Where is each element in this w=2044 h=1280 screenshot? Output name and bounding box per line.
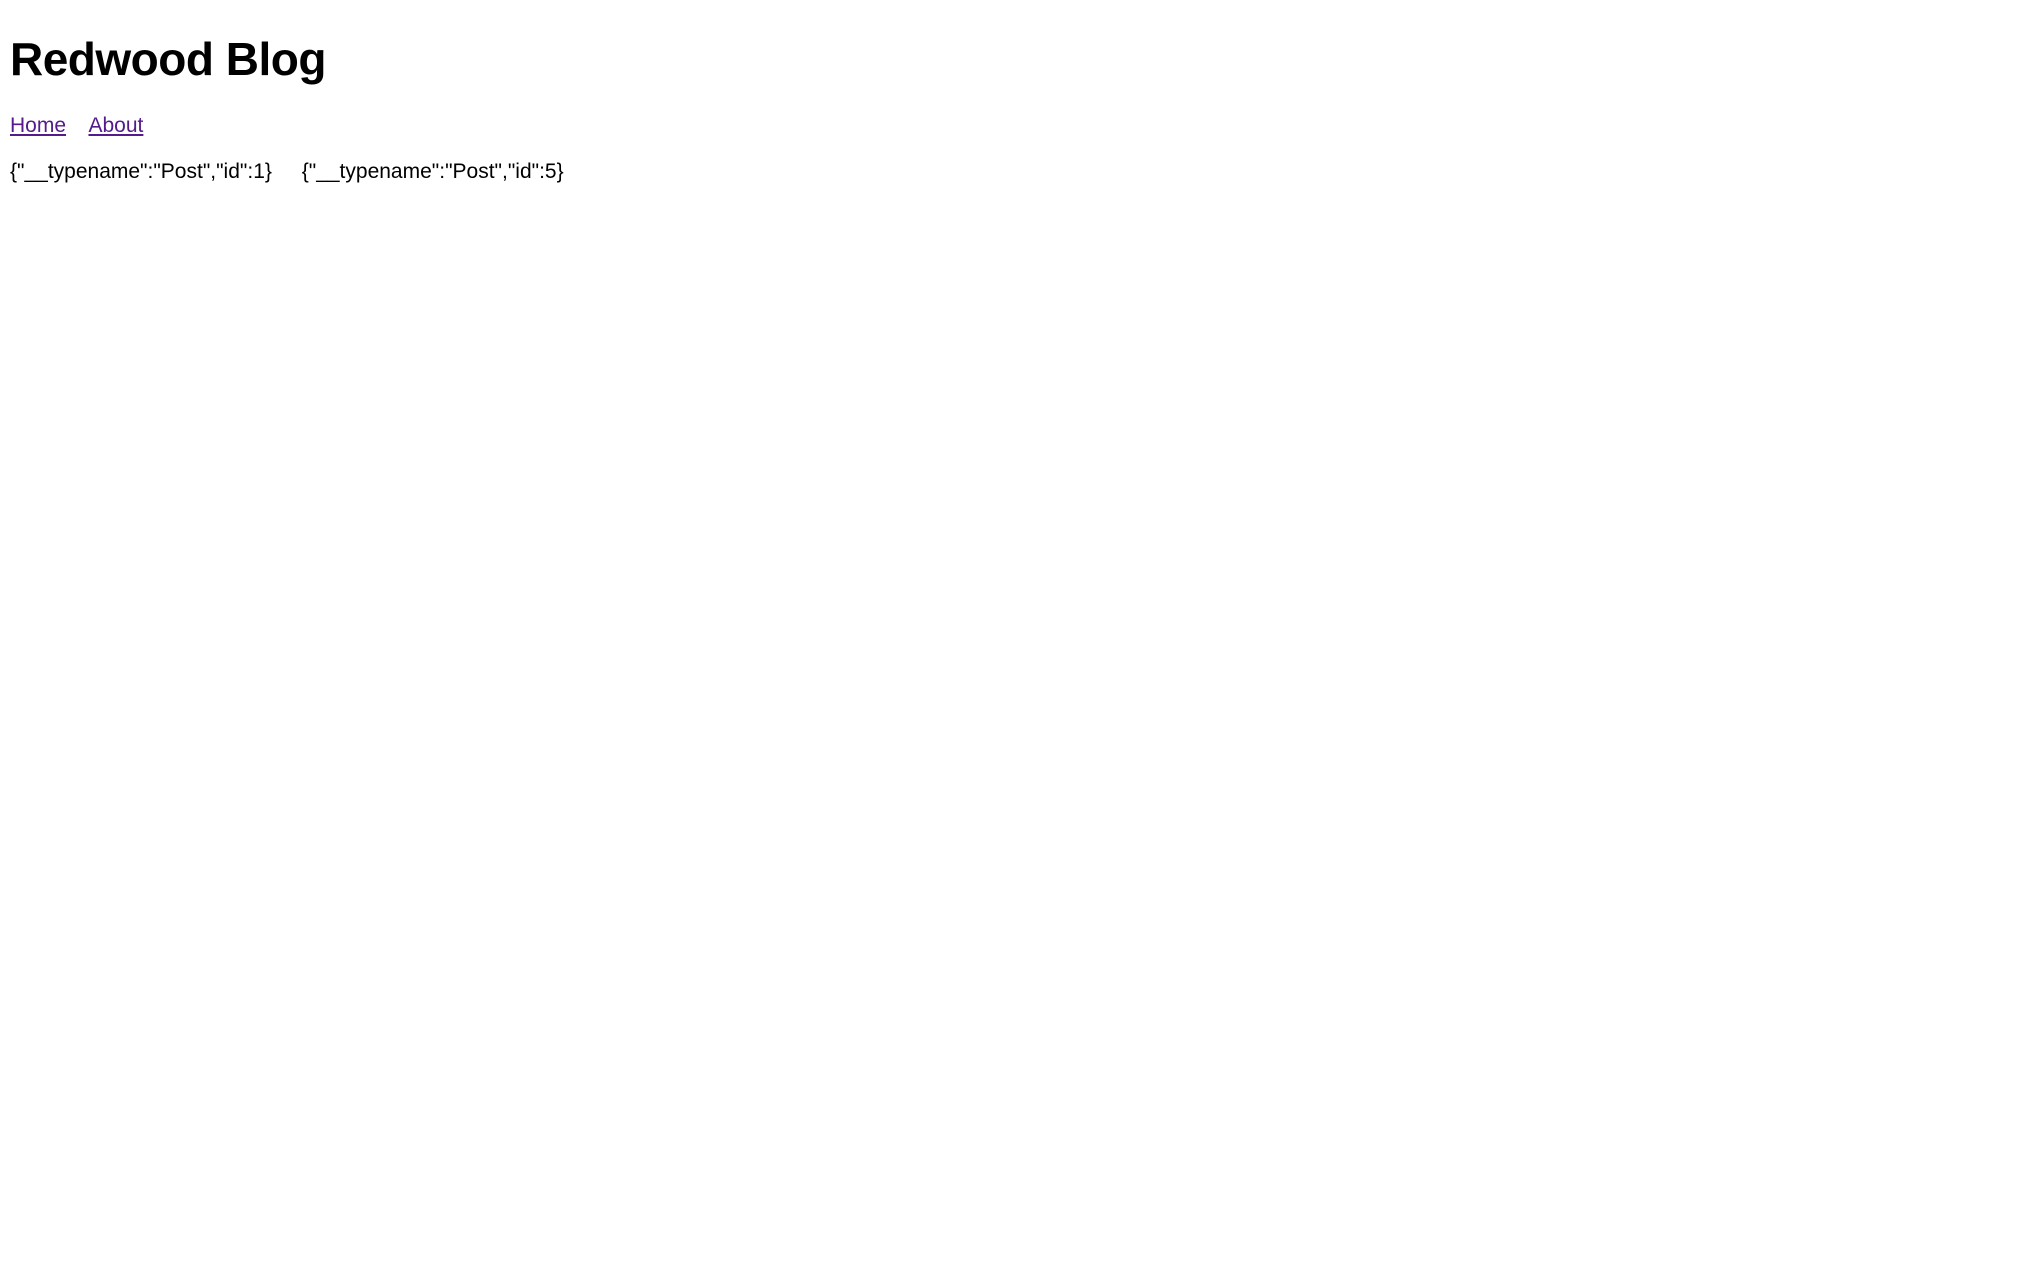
posts-list: {"__typename":"Post","id":1} {"__typenam… (10, 160, 2034, 184)
post-item: {"__typename":"Post","id":1} (10, 160, 272, 183)
page-title: Redwood Blog (10, 32, 2034, 86)
nav-link-home[interactable]: Home (10, 114, 66, 137)
post-item: {"__typename":"Post","id":5} (302, 160, 564, 183)
nav-link-about[interactable]: About (88, 114, 143, 137)
header: Redwood Blog (10, 32, 2034, 86)
main-nav: Home About (10, 114, 2034, 138)
